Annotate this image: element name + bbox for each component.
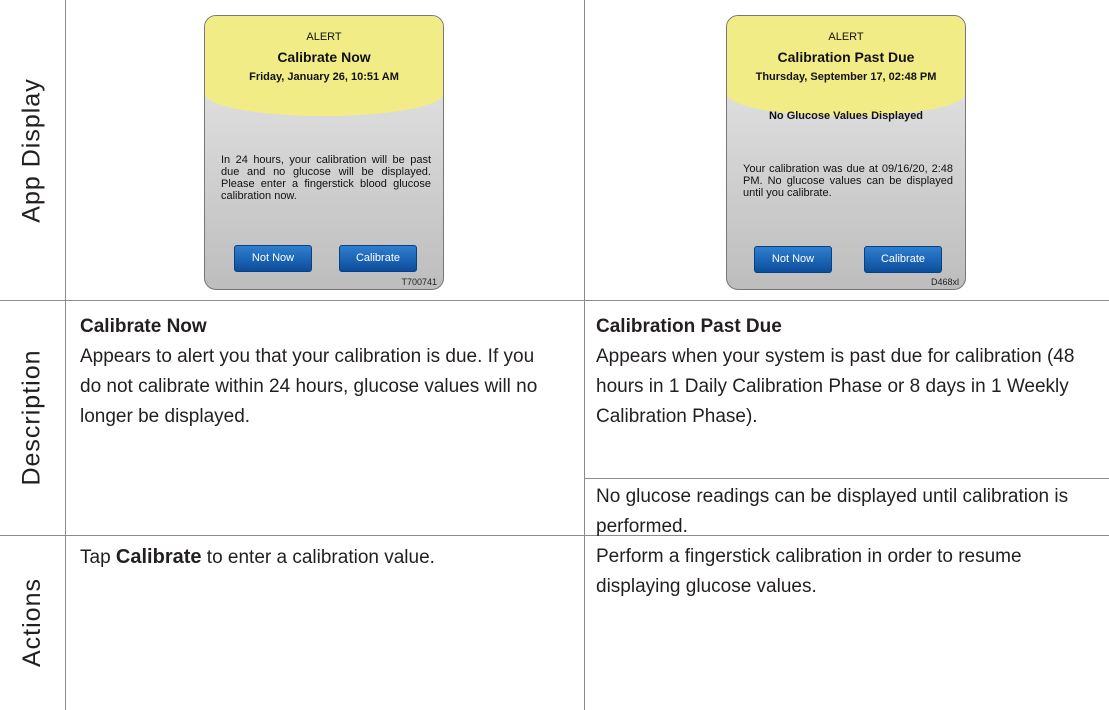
alert-label: ALERT	[306, 31, 342, 43]
calibration-past-due-note: No glucose readings can be displayed unt…	[596, 482, 1101, 542]
actions-prefix: Tap	[80, 547, 116, 568]
alert-title: Calibrate Now	[277, 49, 371, 65]
figure-code: T700741	[401, 277, 437, 287]
alert-message: Your calibration was due at 09/16/20, 2:…	[743, 163, 953, 199]
calibrate-now-alert: ALERT Calibrate Now Friday, January 26, …	[204, 15, 444, 290]
calibration-past-due-description: Calibration Past Due Appears when your s…	[596, 312, 1101, 432]
row-header-label: Actions	[18, 578, 47, 667]
column-divider	[65, 0, 66, 710]
calibrate-now-actions: Tap Calibrate to enter a calibration val…	[80, 542, 570, 573]
alert-title: Calibration Past Due	[777, 49, 915, 65]
alert-message: In 24 hours, your calibration will be pa…	[221, 154, 431, 202]
not-now-button[interactable]: Not Now	[754, 246, 832, 273]
figure-code: D468xl	[930, 277, 959, 287]
description-text: Appears to alert you that your calibrati…	[80, 346, 538, 427]
actions-bold: Calibrate	[115, 546, 202, 568]
column-divider	[584, 0, 585, 710]
row-header-description: Description	[0, 300, 65, 535]
alert-subtitle: No Glucose Values Displayed	[768, 110, 924, 122]
description-title: Calibration Past Due	[596, 316, 782, 337]
alert-reference-table: App Display Description Actions ALERT Ca…	[0, 0, 1109, 710]
row-header-app-display: App Display	[0, 0, 65, 300]
description-text-2: No glucose readings can be displayed unt…	[596, 486, 1069, 537]
calibrate-button[interactable]: Calibrate	[339, 245, 417, 272]
actions-suffix: to enter a calibration value.	[201, 547, 435, 568]
actions-text: Perform a fingerstick calibration in ord…	[596, 546, 1022, 597]
row-divider	[0, 300, 1109, 301]
calibration-past-due-alert: ALERT Calibration Past Due Thursday, Sep…	[726, 15, 966, 290]
row-divider	[584, 478, 1109, 479]
calibration-past-due-actions: Perform a fingerstick calibration in ord…	[596, 542, 1101, 602]
calibrate-button[interactable]: Calibrate	[864, 246, 942, 273]
alert-label: ALERT	[828, 31, 864, 43]
alert-date: Friday, January 26, 10:51 AM	[249, 71, 399, 83]
row-header-label: App Display	[18, 77, 46, 223]
description-text: Appears when your system is past due for…	[596, 346, 1075, 427]
calibrate-now-description: Calibrate Now Appears to alert you that …	[80, 312, 560, 432]
alert-date: Thursday, September 17, 02:48 PM	[755, 71, 937, 83]
row-header-label: Description	[18, 349, 46, 486]
description-title: Calibrate Now	[80, 316, 207, 337]
not-now-button[interactable]: Not Now	[234, 245, 312, 272]
row-header-actions: Actions	[0, 535, 65, 710]
